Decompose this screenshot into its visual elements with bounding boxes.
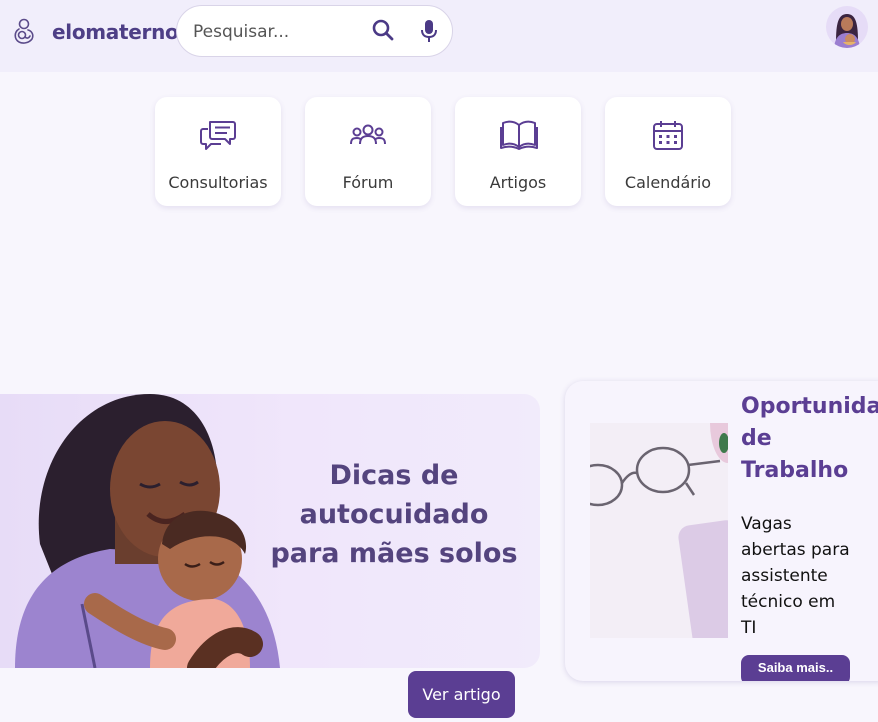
group-icon [350, 124, 386, 145]
calendar-icon [653, 121, 683, 150]
glasses-photo [590, 423, 728, 638]
article-banner[interactable]: Dicas de autocuidado para mães solos [0, 394, 540, 668]
banner-title: Dicas de autocuidado para mães solos [270, 460, 518, 569]
user-avatar[interactable] [826, 6, 868, 48]
job-opportunity-card[interactable]: Oportunidade de Trabalho Vagas abertas p… [565, 381, 878, 681]
glasses-illustration [590, 423, 728, 638]
nav-card-artigos[interactable]: Artigos [455, 97, 581, 206]
nav-card-label: Artigos [489, 173, 547, 192]
saiba-mais-button[interactable]: Saiba mais.. [741, 655, 850, 681]
search-input[interactable] [193, 20, 363, 44]
mother-child-icon [14, 18, 34, 44]
nav-card-calendario[interactable]: Calendário [605, 97, 731, 206]
nav-card-label: Calendário [624, 173, 712, 192]
job-card-description: Vagas abertas para assistente técnico em… [741, 514, 850, 638]
nav-card-label: Consultorias [168, 173, 268, 192]
search-bar [176, 5, 453, 57]
nav-card-label: Fórum [342, 173, 394, 192]
brand-name[interactable]: elomaterno [52, 20, 179, 44]
nav-card-consultorias[interactable]: Consultorias [155, 97, 281, 206]
microphone-icon[interactable] [420, 19, 438, 43]
chat-bubbles-icon [200, 121, 236, 150]
top-bar: elomaterno [0, 0, 878, 72]
ver-artigo-button[interactable]: Ver artigo [408, 671, 515, 718]
search-icon[interactable] [372, 19, 394, 41]
mother-baby-illustration [15, 394, 280, 668]
job-card-title: Oportunidade de Trabalho [741, 394, 878, 483]
open-book-icon [500, 120, 538, 150]
user-avatar-icon [834, 14, 860, 48]
nav-card-forum[interactable]: Fórum [305, 97, 431, 206]
